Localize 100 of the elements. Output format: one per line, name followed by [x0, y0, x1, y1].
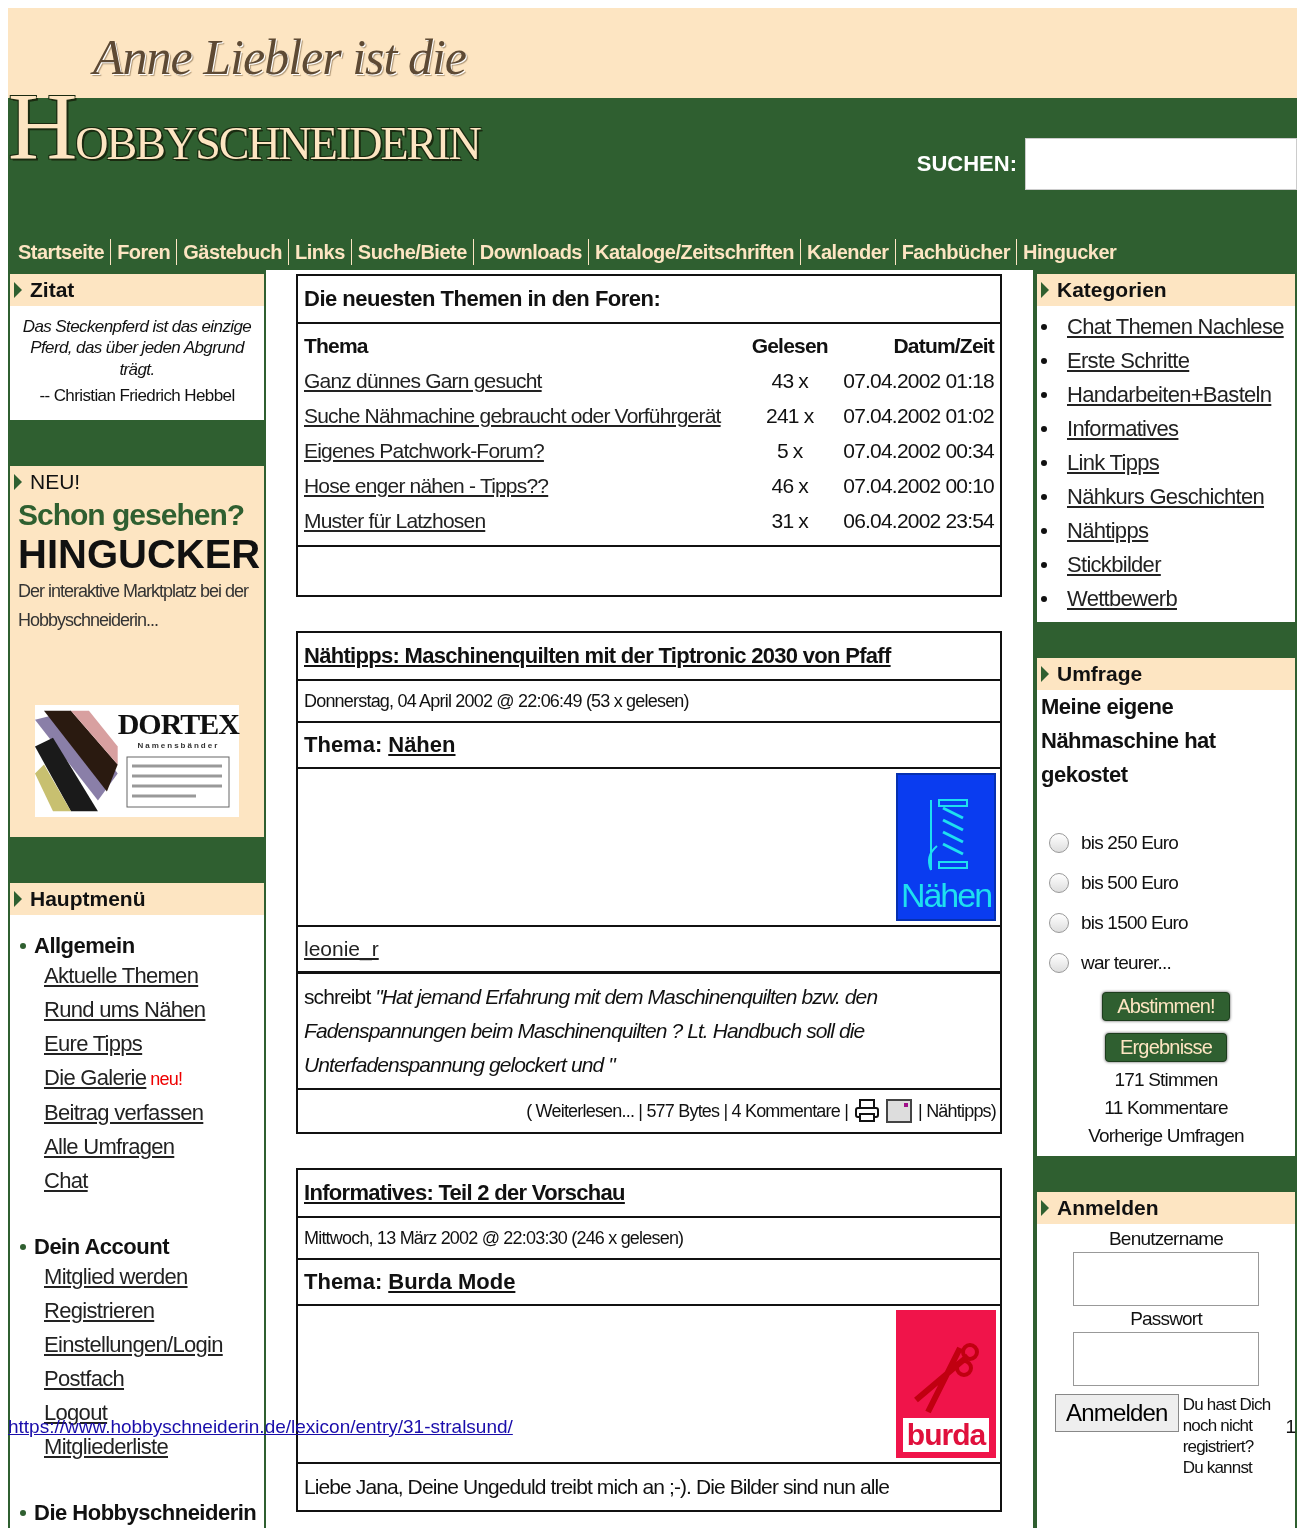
- poll-stat: 11 Kommentare: [1103, 1096, 1229, 1120]
- article-title-link[interactable]: Nähtipps: Maschinenquilten mit der Tiptronic 2030 von Pfaff: [304, 643, 891, 669]
- triangle-icon: [14, 890, 22, 907]
- date-cell-text: 07.04.2002 01:02: [842, 403, 995, 429]
- author-link[interactable]: leonie_r: [304, 937, 379, 961]
- column-header: Thema: [303, 333, 370, 359]
- bullet-icon: [1041, 562, 1047, 568]
- category-link[interactable]: Wettbewerb: [1067, 582, 1177, 616]
- option-label: bis 1500 Euro: [1081, 912, 1188, 934]
- menu-link[interactable]: Beitrag verfassen: [44, 1095, 204, 1130]
- quote-text: Das Steckenpferd ist das einzige Pferd, das über jeden Abgrund trägt.: [21, 316, 253, 381]
- radio-button[interactable]: [1049, 833, 1069, 853]
- panel-title: Zitat: [30, 278, 75, 302]
- menu-link[interactable]: Postfach: [44, 1361, 124, 1396]
- category-link[interactable]: Stickbilder: [1067, 548, 1161, 582]
- reads-cell-text: 5 x: [775, 438, 804, 464]
- menu-link[interactable]: Alle Umfragen: [44, 1129, 175, 1164]
- option-label: bis 250 Euro: [1081, 832, 1179, 854]
- radio-button[interactable]: [1049, 953, 1069, 973]
- bullet-icon: [1041, 460, 1047, 466]
- radio-button[interactable]: [1049, 913, 1069, 933]
- menu-group-title: Dein Account: [34, 1233, 169, 1260]
- date-cell-text: 06.04.2002 23:54: [842, 508, 995, 534]
- results-button[interactable]: Ergebnisse: [1104, 1033, 1228, 1062]
- article-title-link[interactable]: Informatives: Teil 2 der Vorschau: [304, 1180, 625, 1206]
- menu-link[interactable]: Die Galerie: [44, 1060, 147, 1095]
- nav-link[interactable]: Suche/Biete: [350, 239, 473, 265]
- topic-link[interactable]: Muster für Latzhosen: [304, 509, 486, 532]
- category-link[interactable]: Nähtipps: [1067, 514, 1149, 548]
- date-cell-text: 07.04.2002 00:34: [842, 438, 995, 464]
- nav-link[interactable]: Hingucker: [1016, 239, 1123, 265]
- nav-link[interactable]: Links: [288, 239, 351, 265]
- nav-link[interactable]: Kataloge/Zeitschriften: [588, 239, 801, 265]
- menu-link[interactable]: Mitglied werden: [44, 1259, 188, 1294]
- menu-link[interactable]: Einstellungen/Login: [44, 1327, 223, 1362]
- triangle-icon: [1041, 666, 1049, 682]
- bullet-icon: [20, 1243, 26, 1250]
- option-label: war teurer...: [1081, 952, 1171, 974]
- menu-link[interactable]: Rund ums Nähen: [44, 992, 206, 1027]
- password-label: Passwort: [1130, 1308, 1202, 1330]
- radio-button[interactable]: [1049, 873, 1069, 893]
- panel-title: Hauptmenü: [30, 886, 146, 911]
- bullet-icon: [1041, 324, 1047, 330]
- login-button[interactable]: Anmelden: [1055, 1394, 1179, 1432]
- search-field[interactable]: [1025, 138, 1297, 190]
- category-link[interactable]: Erste Schritte: [1067, 344, 1190, 378]
- reads-cell-text: 46 x: [770, 473, 810, 499]
- category-link[interactable]: Handarbeiten+Basteln: [1067, 378, 1272, 412]
- reads-cell-text: 241 x: [765, 403, 815, 429]
- topic-link[interactable]: Hose enger nähen - Tipps??: [304, 474, 549, 497]
- category-link[interactable]: Link Tipps: [1067, 446, 1160, 480]
- nav-link[interactable]: Downloads: [472, 239, 588, 265]
- category-link[interactable]: Nähkurs Geschichten: [1067, 480, 1265, 514]
- password-field[interactable]: [1073, 1332, 1259, 1386]
- topic-link[interactable]: Nähen: [388, 732, 456, 758]
- bullet-icon: [20, 1509, 26, 1516]
- register-note: Du hast Dich noch nicht registriert? Du kannst: [1182, 1394, 1272, 1478]
- poll-stat: Vorherige Umfragen: [1087, 1124, 1245, 1148]
- panel-title: Umfrage: [1057, 662, 1143, 686]
- page-number: 1: [1285, 1416, 1296, 1438]
- poll-stat: 171 Stimmen: [1113, 1068, 1219, 1092]
- category-link[interactable]: Informatives: [1067, 412, 1179, 446]
- menu-link[interactable]: Registrieren: [44, 1293, 155, 1328]
- nav-link[interactable]: Kalender: [800, 239, 895, 265]
- topic-link[interactable]: Burda Mode: [388, 1269, 516, 1295]
- category-link[interactable]: Chat Themen Nachlese: [1067, 310, 1284, 344]
- column-header: Datum/Zeit: [892, 333, 996, 359]
- poll-question: Meine eigene Nähmaschine hat gekostet: [1040, 693, 1217, 789]
- new-label: neu!: [150, 1067, 183, 1091]
- triangle-icon: [1041, 1200, 1049, 1216]
- bullet-icon: [1041, 596, 1047, 602]
- article-footer-text: ( Weiterlesen... | 577 Bytes | 4 Kommentare |: [526, 1100, 849, 1122]
- bullet-icon: [1041, 528, 1047, 534]
- vote-button[interactable]: Abstimmen!: [1102, 992, 1230, 1021]
- panel-title: NEU!: [30, 469, 81, 494]
- topic-link[interactable]: Eigenes Patchwork-Forum?: [304, 439, 544, 462]
- menu-link[interactable]: Eure Tipps: [44, 1026, 143, 1061]
- menu-group-title: Die Hobbyschneiderin: [34, 1499, 257, 1526]
- option-label: bis 500 Euro: [1081, 872, 1179, 894]
- nav-link[interactable]: Fachbücher: [894, 239, 1016, 265]
- topic-link[interactable]: Suche Nähmachine gebraucht oder Vorführgerät: [304, 404, 721, 427]
- printer-icon[interactable]: [854, 1098, 881, 1124]
- nav-link[interactable]: Gästebuch: [176, 239, 289, 265]
- brand-label: burda: [902, 1418, 990, 1452]
- nav-link[interactable]: Startseite: [12, 239, 111, 265]
- panel-title: Kategorien: [1057, 278, 1167, 302]
- menu-group-title: Allgemein: [34, 932, 135, 959]
- topic-label: Thema:: [304, 1269, 383, 1295]
- triangle-icon: [1041, 282, 1049, 298]
- menu-link[interactable]: Chat: [44, 1163, 88, 1198]
- panel-title: Die neuesten Themen in den Foren:: [304, 286, 661, 312]
- menu-link[interactable]: Aktuelle Themen: [44, 958, 199, 993]
- search-label: SUCHEN:: [916, 151, 1017, 177]
- triangle-icon: [14, 282, 22, 298]
- nav-link[interactable]: Foren: [110, 239, 177, 265]
- topic-link[interactable]: Ganz dünnes Garn gesucht: [304, 369, 542, 392]
- article-text: schreibt "Hat jemand Erfahrung mit dem Maschinenquilten bzw. den Fadenspannungen beim Maschinenquilten ? Lt. Handbuch soll die Unterfadenspannung gelockert und ": [304, 984, 879, 1078]
- column-header: Gelesen: [750, 333, 829, 359]
- username-field[interactable]: [1073, 1252, 1259, 1306]
- ad-banner[interactable]: DORTEX Namensbänder: [35, 704, 239, 817]
